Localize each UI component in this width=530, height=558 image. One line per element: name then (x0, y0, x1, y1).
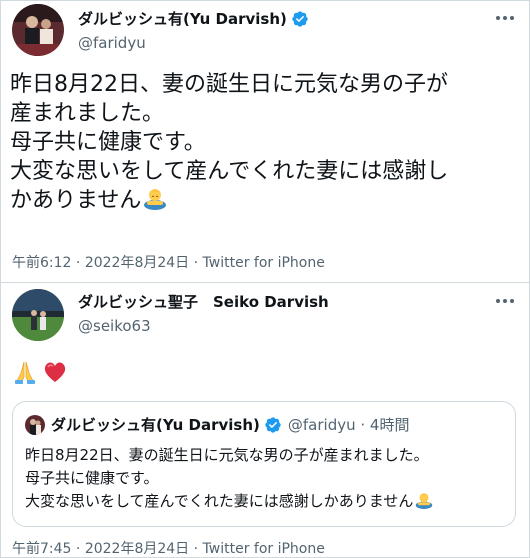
avatar[interactable] (12, 289, 64, 341)
author-name-row[interactable]: ダルビッシュ有(Yu Darvish) (78, 8, 309, 29)
author-display-name[interactable]: ダルビッシュ有(Yu Darvish) (78, 8, 287, 29)
heart-emoji-icon (42, 359, 68, 389)
tweet-text-line: 産まれました。 (10, 101, 165, 126)
author-handle[interactable]: @seiko63 (78, 317, 151, 335)
meta-separator: · (71, 541, 85, 557)
quoted-tweet[interactable]: ダルビッシュ有(Yu Darvish) @faridyu · 4時間 昨日8月2… (12, 401, 516, 527)
tweet-text-line: 大変な思いをして産んでくれた妻には感謝し (10, 159, 449, 184)
tweet-text-line: 昨日8月22日、妻の誕生日に元気な男の子が (10, 72, 448, 97)
quoted-tweet-text: 昨日8月22日、妻の誕生日に元気な男の子が産まれました。 母子共に健康です。 大… (25, 444, 433, 516)
quoted-text-line: 母子共に健康です。 (25, 469, 159, 487)
meta-separator: · (189, 541, 203, 557)
quoted-avatar[interactable] (25, 414, 45, 435)
tweet-time-link[interactable]: 午前7:45 (12, 541, 71, 557)
quoted-display-name[interactable]: ダルビッシュ有(Yu Darvish) (51, 414, 260, 435)
person-bowing-emoji-icon (143, 186, 167, 218)
tweet-date-link[interactable]: 2022年8月24日 (85, 255, 189, 271)
tweet-source-link[interactable]: Twitter for iPhone (203, 255, 325, 271)
folded-hands-emoji-icon (12, 359, 38, 389)
tweet-metadata: 午前7:45 · 2022年8月24日 · Twitter for iPhone (12, 538, 325, 558)
quoted-text-line: 大変な思いをして産んでくれた妻には感謝しかありません (25, 492, 414, 510)
meta-separator: · (189, 255, 203, 271)
quoted-text-line-last: 大変な思いをして産んでくれた妻には感謝しかありません (25, 490, 433, 516)
tweet-date-link[interactable]: 2022年8月24日 (85, 541, 189, 557)
tweet-time-link[interactable]: 午前6:12 (12, 255, 71, 271)
author-display-name[interactable]: ダルビッシュ聖子 Seiko Darvish (78, 291, 329, 312)
person-bowing-emoji-icon (415, 491, 433, 516)
verified-badge-icon (264, 416, 282, 434)
more-options-icon[interactable] (496, 299, 514, 303)
verified-badge-icon (291, 10, 309, 28)
tweet-reply[interactable]: ダルビッシュ聖子 Seiko Darvish @seiko63 ダルビッシュ有(… (0, 282, 530, 558)
tweet-metadata: 午前6:12 · 2022年8月24日 · Twitter for iPhone (12, 252, 325, 272)
tweet-text-line-last: かありません (10, 186, 520, 218)
tweet-text: 昨日8月22日、妻の誕生日に元気な男の子が 産まれました。 母子共に健康です。 … (10, 70, 520, 218)
tweet-text-line: 母子共に健康です。 (10, 130, 206, 155)
tweet-source-link[interactable]: Twitter for iPhone (203, 541, 325, 557)
more-options-icon[interactable] (496, 16, 514, 20)
meta-separator: · (71, 255, 85, 271)
quoted-tweet-header[interactable]: ダルビッシュ有(Yu Darvish) @faridyu · 4時間 (25, 414, 409, 435)
avatar[interactable] (12, 4, 64, 56)
tweet-text-line: かありません (10, 188, 142, 213)
quoted-handle-time[interactable]: @faridyu · 4時間 (288, 414, 410, 435)
author-name-row[interactable]: ダルビッシュ聖子 Seiko Darvish (78, 291, 329, 312)
tweet-emoji-text (12, 359, 68, 389)
quoted-text-line: 昨日8月22日、妻の誕生日に元気な男の子が産まれました。 (25, 446, 429, 464)
tweet-main[interactable]: ダルビッシュ有(Yu Darvish) @faridyu 昨日8月22日、妻の誕… (0, 0, 530, 282)
author-handle[interactable]: @faridyu (78, 34, 146, 52)
